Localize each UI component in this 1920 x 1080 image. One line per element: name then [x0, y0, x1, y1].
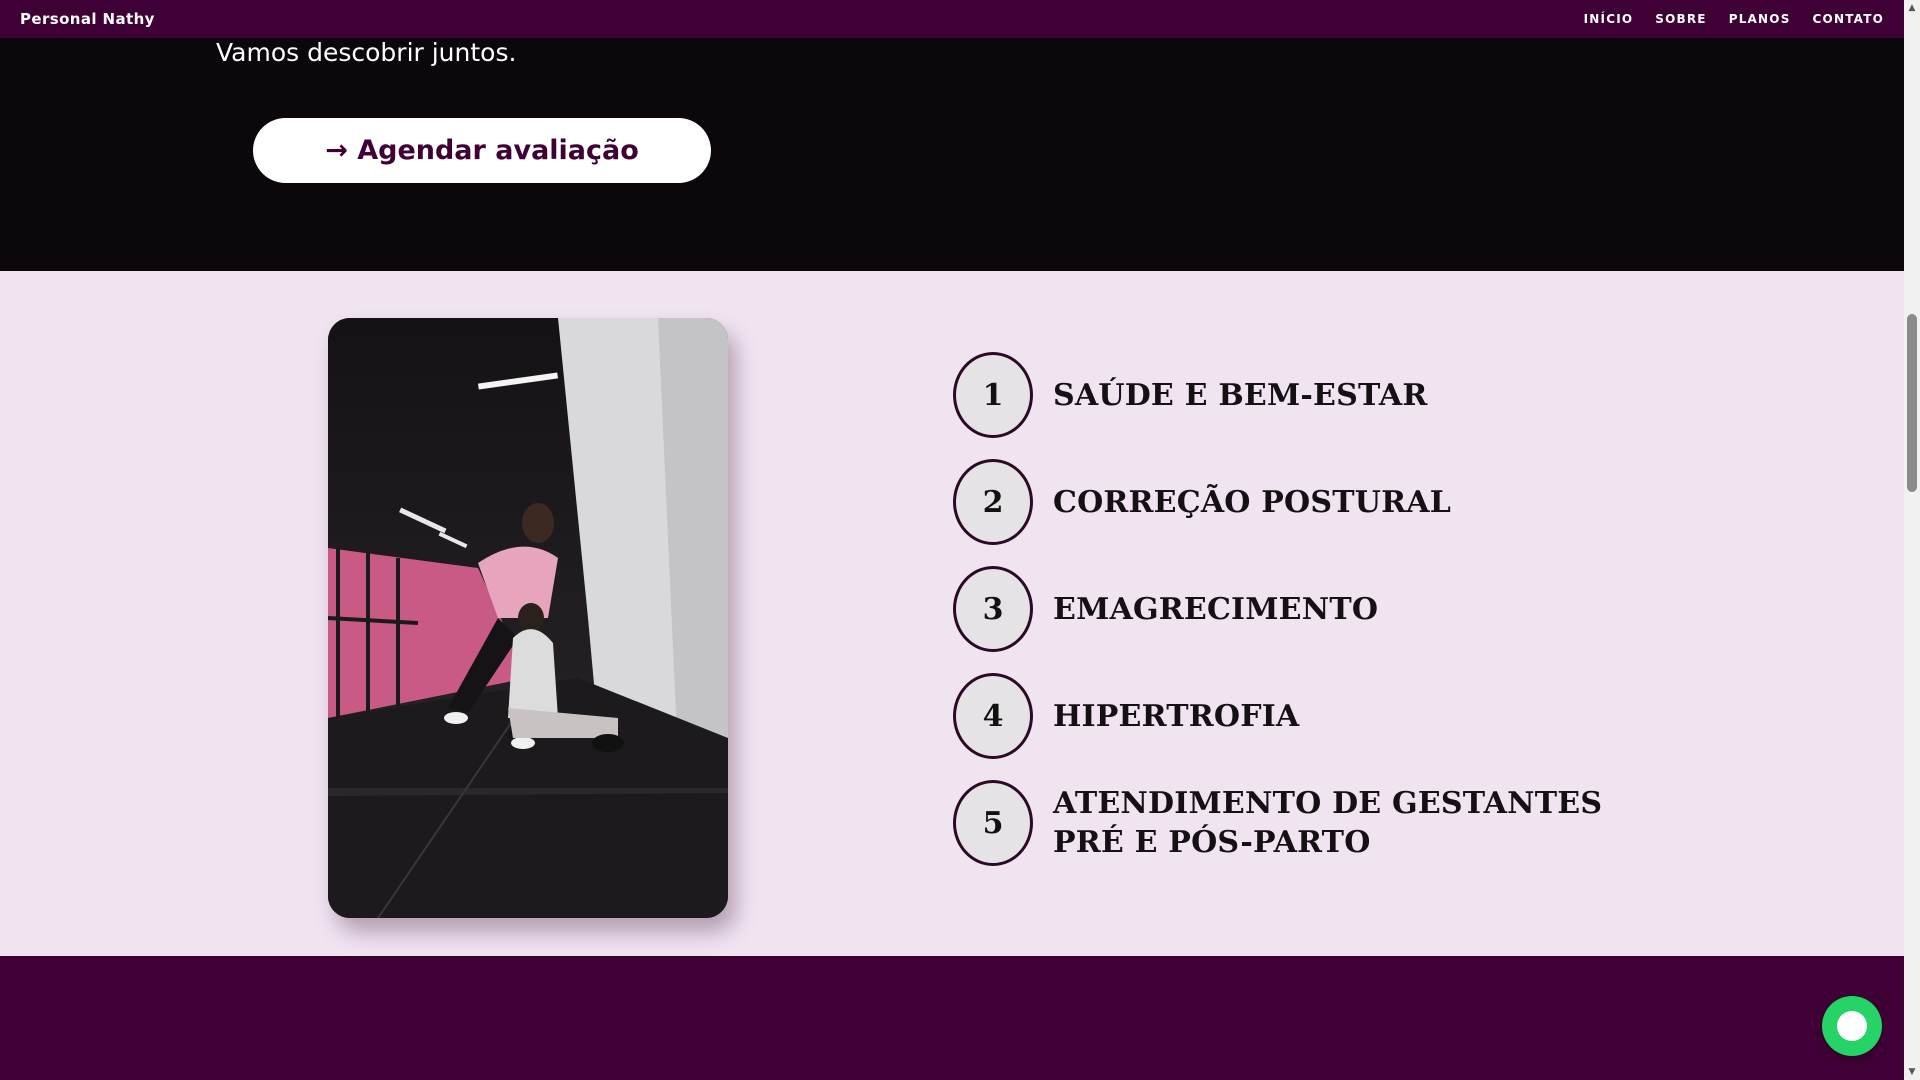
service-number-badge: 5	[953, 780, 1033, 866]
services-list: 1 SAÚDE E BEM-ESTAR 2 CORREÇÃO POSTURAL …	[953, 352, 1602, 887]
nav-link-sobre[interactable]: SOBRE	[1655, 12, 1706, 26]
service-item: 3 EMAGRECIMENTO	[953, 566, 1602, 652]
service-item: 2 CORREÇÃO POSTURAL	[953, 459, 1602, 545]
service-number-badge: 2	[953, 459, 1033, 545]
scroll-up-arrow-icon[interactable]: ▲	[1904, 0, 1920, 16]
service-label: EMAGRECIMENTO	[1053, 591, 1379, 627]
next-section	[0, 956, 1904, 1080]
top-navbar: Personal Nathy INÍCIO SOBRE PLANOS CONTA…	[0, 0, 1904, 38]
service-label: ATENDIMENTO DE GESTANTES PRÉ E PÓS-PARTO	[1053, 786, 1603, 860]
whatsapp-icon	[1837, 1011, 1867, 1041]
main-nav: INÍCIO SOBRE PLANOS CONTATO	[1584, 12, 1884, 26]
service-number-badge: 3	[953, 566, 1033, 652]
page-scrollbar[interactable]: ▲ ▼	[1904, 0, 1920, 1080]
scrollbar-thumb[interactable]	[1907, 314, 1917, 492]
gym-photo-illustration	[328, 318, 728, 918]
service-label: CORREÇÃO POSTURAL	[1053, 484, 1452, 520]
service-label: SAÚDE E BEM-ESTAR	[1053, 377, 1428, 413]
brand-logo[interactable]: Personal Nathy	[20, 10, 155, 28]
nav-link-inicio[interactable]: INÍCIO	[1584, 12, 1634, 26]
nav-link-planos[interactable]: PLANOS	[1729, 12, 1791, 26]
service-label: HIPERTROFIA	[1053, 698, 1300, 734]
whatsapp-button[interactable]	[1822, 996, 1882, 1056]
services-section: 1 SAÚDE E BEM-ESTAR 2 CORREÇÃO POSTURAL …	[0, 271, 1904, 956]
service-item: 1 SAÚDE E BEM-ESTAR	[953, 352, 1602, 438]
hero-section: Vamos descobrir juntos. → Agendar avalia…	[0, 38, 1904, 271]
service-item: 4 HIPERTROFIA	[953, 673, 1602, 759]
service-number-badge: 4	[953, 673, 1033, 759]
hero-text: Vamos descobrir juntos.	[216, 38, 517, 67]
service-item: 5 ATENDIMENTO DE GESTANTES PRÉ E PÓS-PAR…	[953, 780, 1602, 866]
service-number-badge: 1	[953, 352, 1033, 438]
scroll-down-arrow-icon[interactable]: ▼	[1904, 1064, 1920, 1080]
trainer-photo	[328, 318, 728, 918]
nav-link-contato[interactable]: CONTATO	[1813, 12, 1884, 26]
schedule-evaluation-button[interactable]: → Agendar avaliação	[253, 118, 711, 183]
